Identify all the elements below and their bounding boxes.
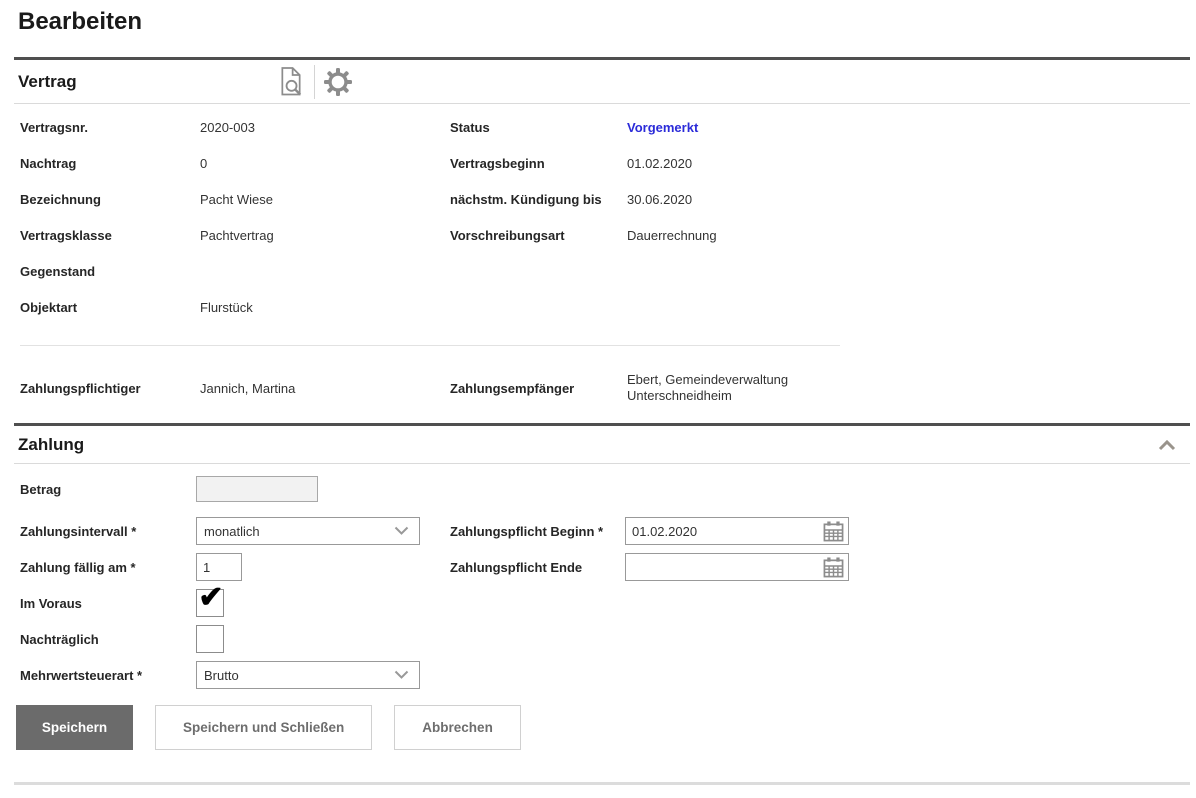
- form-row-faellig-ende: Zahlung fällig am * Zahlungspflicht Ende: [20, 553, 1190, 581]
- betrag-label: Betrag: [20, 482, 196, 497]
- edit-page: Bearbeiten Vertrag: [14, 0, 1190, 785]
- vertrag-section-header: Vertrag: [14, 57, 1190, 104]
- field-value: Flurstück: [200, 300, 450, 315]
- field-label: Zahlungsempfänger: [450, 381, 627, 396]
- field-label: Zahlungspflichtiger: [20, 381, 200, 396]
- field-label: Vertragsklasse: [20, 228, 200, 243]
- zahlungspflicht-beginn-datefield: [625, 517, 849, 545]
- zahlungspflicht-beginn-calendar-button[interactable]: [823, 521, 848, 542]
- gear-icon: [323, 67, 353, 97]
- zahlung-section-header: Zahlung: [14, 423, 1190, 464]
- im-voraus-label: Im Voraus: [20, 596, 196, 611]
- field-row-nachtrag-vertragsbeginn: Nachtrag 0 Vertragsbeginn 01.02.2020: [14, 145, 1190, 181]
- form-row-betrag: Betrag: [20, 476, 1190, 502]
- im-voraus-checkbox[interactable]: ✔: [196, 589, 224, 617]
- field-label: Status: [450, 120, 627, 135]
- calendar-icon: [823, 521, 844, 542]
- form-row-mehrwertsteuerart: Mehrwertsteuerart * Brutto: [20, 661, 1190, 689]
- field-label: Bezeichnung: [20, 192, 200, 207]
- field-value: Pachtvertrag: [200, 228, 450, 243]
- field-row-parties: Zahlungspflichtiger Jannich, Martina Zah…: [14, 366, 1190, 410]
- action-button-row: Speichern Speichern und Schließen Abbrec…: [16, 705, 1190, 750]
- zahlungspflicht-ende-input[interactable]: [626, 555, 823, 579]
- field-value: Dauerrechnung: [627, 228, 1190, 243]
- mehrwertsteuerart-label: Mehrwertsteuerart *: [20, 668, 196, 683]
- field-label: Vertragsnr.: [20, 120, 200, 135]
- toolbar-divider: [314, 65, 315, 99]
- field-value: 0: [200, 156, 450, 171]
- document-preview-button[interactable]: [271, 60, 311, 103]
- zahlung-section-body: Betrag Zahlungsintervall * monatlich Zah…: [14, 464, 1190, 689]
- field-row-bezeichnung-kuendigung: Bezeichnung Pacht Wiese nächstm. Kündigu…: [14, 181, 1190, 217]
- vertrag-toolbar: [271, 60, 358, 103]
- parties-divider: [20, 345, 840, 346]
- field-label: nächstm. Kündigung bis: [450, 192, 627, 207]
- settings-button[interactable]: [318, 60, 358, 103]
- zahlungsintervall-label: Zahlungsintervall *: [20, 524, 196, 539]
- page-title: Bearbeiten: [14, 0, 1190, 57]
- zahlung-faellig-am-label: Zahlung fällig am *: [20, 560, 196, 575]
- form-row-nachtraeglich: Nachträglich: [20, 625, 1190, 653]
- calendar-icon: [823, 557, 844, 578]
- zahlungspflicht-beginn-label: Zahlungspflicht Beginn *: [450, 524, 625, 539]
- field-row-gegenstand: Gegenstand: [14, 253, 1190, 289]
- form-row-im-voraus: Im Voraus ✔: [20, 589, 1190, 617]
- mehrwertsteuerart-select[interactable]: Brutto: [196, 661, 420, 689]
- mehrwertsteuerart-selected-value: Brutto: [204, 668, 239, 683]
- status-badge: Vorgemerkt: [627, 120, 1190, 135]
- form-row-intervall-beginn: Zahlungsintervall * monatlich Zahlungspf…: [20, 517, 1190, 545]
- zahlungspflicht-beginn-input[interactable]: [626, 519, 823, 543]
- save-and-close-button[interactable]: Speichern und Schließen: [155, 705, 372, 750]
- field-value: Jannich, Martina: [200, 381, 450, 396]
- field-row-objektart: Objektart Flurstück: [14, 289, 1190, 325]
- zahlungspflicht-ende-datefield: [625, 553, 849, 581]
- field-value: 01.02.2020: [627, 156, 1190, 171]
- field-value: Ebert, Gemeindeverwaltung Unterschneidhe…: [627, 372, 862, 404]
- zahlung-section-title: Zahlung: [14, 435, 84, 455]
- field-label: Gegenstand: [20, 264, 200, 279]
- zahlungspflicht-ende-calendar-button[interactable]: [823, 557, 848, 578]
- checkmark-icon: ✔: [198, 583, 223, 613]
- vertrag-section-title: Vertrag: [14, 72, 271, 92]
- field-value: Pacht Wiese: [200, 192, 450, 207]
- field-row-vertragsklasse-vorschreibungsart: Vertragsklasse Pachtvertrag Vorschreibun…: [14, 217, 1190, 253]
- field-row-vertragsnr-status: Vertragsnr. 2020-003 Status Vorgemerkt: [14, 109, 1190, 145]
- chevron-up-icon: [1158, 439, 1176, 451]
- zahlungsintervall-select[interactable]: monatlich: [196, 517, 420, 545]
- field-value: 30.06.2020: [627, 192, 1190, 207]
- field-label: Vertragsbeginn: [450, 156, 627, 171]
- betrag-field: [196, 476, 318, 502]
- field-label: Vorschreibungsart: [450, 228, 627, 243]
- field-label: Objektart: [20, 300, 200, 315]
- chevron-down-icon: [394, 670, 409, 680]
- field-label: Nachtrag: [20, 156, 200, 171]
- save-button[interactable]: Speichern: [16, 705, 133, 750]
- zahlungsintervall-selected-value: monatlich: [204, 524, 260, 539]
- zahlungspflicht-ende-label: Zahlungspflicht Ende: [450, 560, 625, 575]
- nachtraeglich-label: Nachträglich: [20, 632, 196, 647]
- chevron-down-icon: [394, 526, 409, 536]
- cancel-button[interactable]: Abbrechen: [394, 705, 521, 750]
- bottom-divider: [14, 782, 1190, 785]
- zahlung-faellig-am-input[interactable]: [196, 553, 242, 581]
- nachtraeglich-checkbox[interactable]: [196, 625, 224, 653]
- document-search-icon: [278, 66, 304, 97]
- vertrag-section-body: Vertragsnr. 2020-003 Status Vorgemerkt N…: [14, 104, 1190, 423]
- collapse-section-button[interactable]: [1158, 439, 1190, 451]
- field-value: 2020-003: [200, 120, 450, 135]
